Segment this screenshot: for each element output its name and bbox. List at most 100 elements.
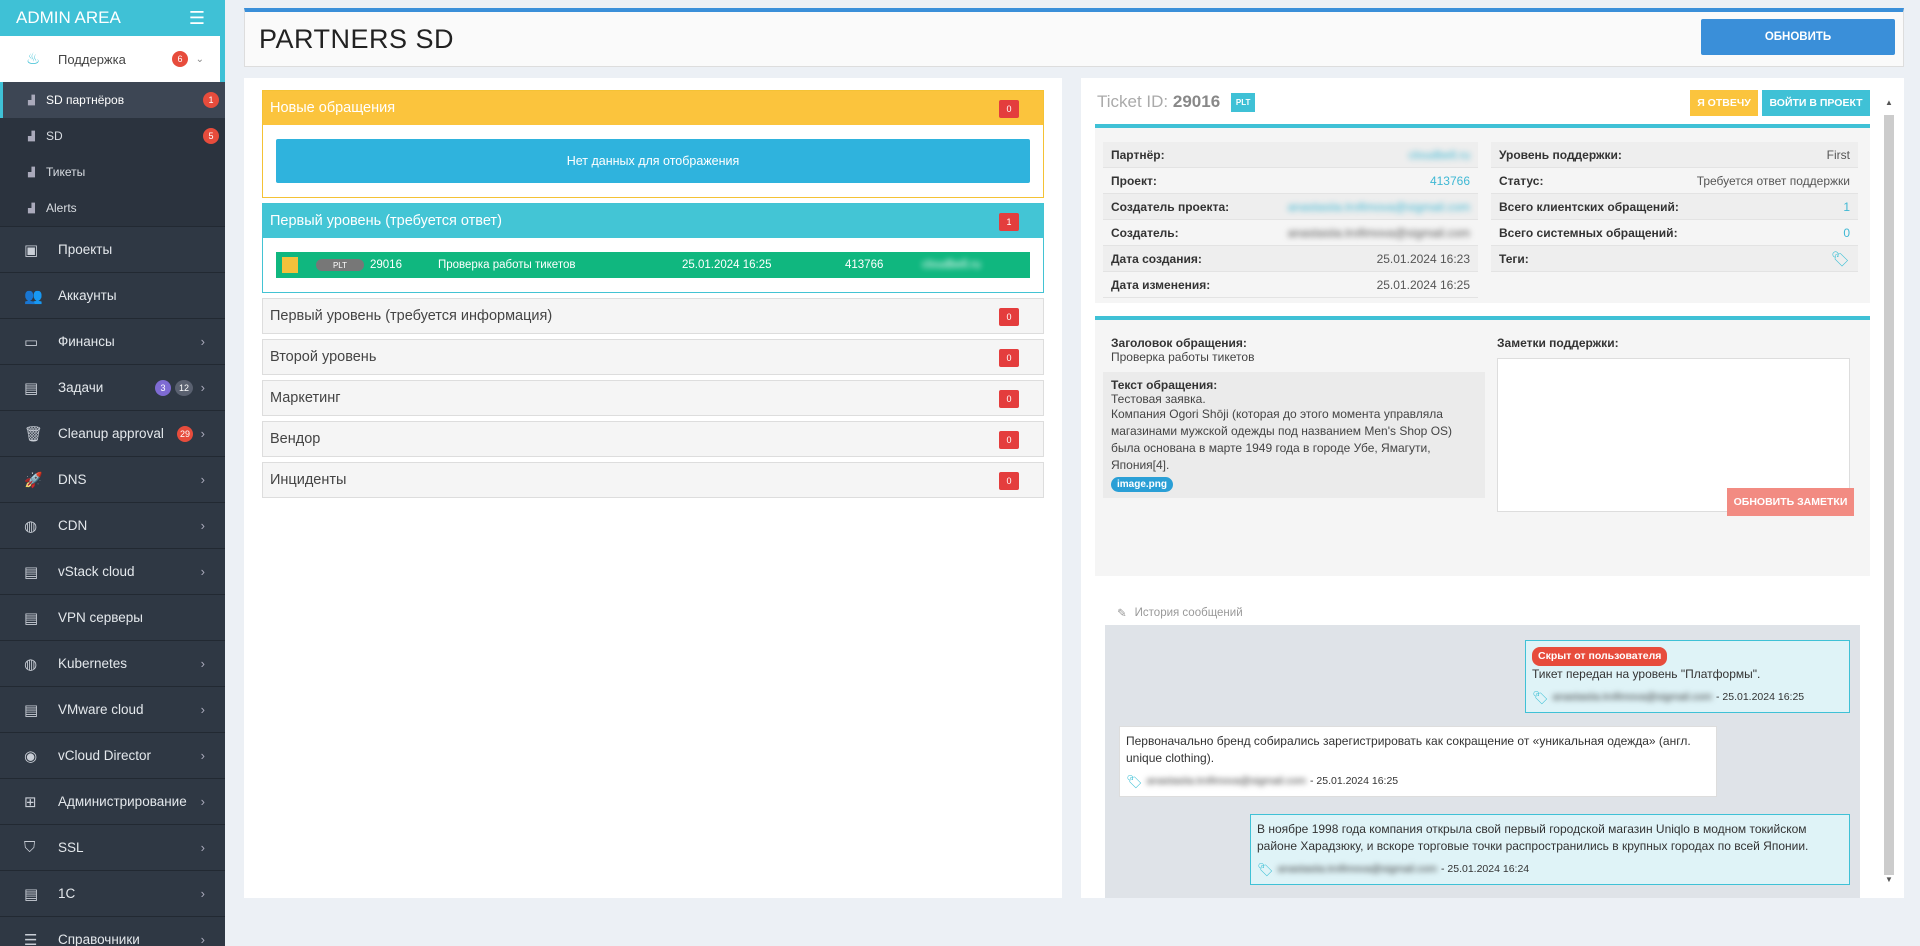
client-requests-link[interactable]: 1: [1843, 200, 1850, 214]
subitem-badge: 1: [203, 92, 219, 108]
group-marketing-header[interactable]: Маркетинг 0: [263, 381, 1043, 415]
sidebar-item-vcloud[interactable]: ◉ vCloud Director ›: [0, 732, 225, 778]
login-project-button[interactable]: ВОЙТИ В ПРОЕКТ: [1762, 90, 1870, 116]
sidebar-item-support[interactable]: ♨ Поддержка 6 ⌄: [0, 36, 225, 82]
sidebar-item-ssl[interactable]: ⛉ SSL ›: [0, 824, 225, 870]
message-time: - 25.01.2024 16:25: [1715, 691, 1805, 703]
sidebar-subitem-label: Тикеты: [46, 165, 86, 179]
request-text-block: Текст обращения: Тестовая заявка. Компан…: [1103, 372, 1485, 498]
sidebar-subitem-sd[interactable]: ▟ SD 5: [0, 118, 225, 154]
sidebar-item-label: SSL: [58, 840, 84, 855]
group-first-answer: Первый уровень (требуется ответ) 1 PLT 2…: [262, 203, 1044, 293]
info-key: Создатель проекта:: [1111, 199, 1230, 214]
shield-icon: ⛉: [24, 839, 36, 856]
ticket-content-box: Заголовок обращения: Проверка работы тик…: [1095, 316, 1870, 576]
info-key: Теги:: [1499, 251, 1529, 266]
ticket-heading: Ticket ID: 29016 PLT: [1097, 92, 1256, 113]
message-time: - 25.01.2024 16:25: [1309, 775, 1399, 787]
group-second-header[interactable]: Второй уровень 0: [263, 340, 1043, 374]
chevron-right-icon: ›: [200, 656, 205, 671]
scroll-up-icon[interactable]: ▲: [1884, 98, 1894, 107]
support-submenu: ▟ SD партнёров 1 ▟ SD 5 ▟ Тикеты ▟ Alert…: [0, 82, 225, 226]
brand-bar: ADMIN AREA ☰: [0, 0, 225, 36]
tag-icon: 🏷: [1532, 690, 1549, 705]
attachment-badge[interactable]: image.png: [1111, 477, 1174, 492]
message-author: anastasiia.trofimova@sigmail.com: [1277, 863, 1437, 875]
group-new-header[interactable]: Новые обращения 0: [263, 91, 1043, 125]
group-label: Вендор: [270, 431, 321, 447]
sidebar-subitem-sd-partners[interactable]: ▟ SD партнёров 1: [0, 82, 225, 118]
scrollbar-thumb[interactable]: [1884, 115, 1894, 875]
sidebar-item-vstack[interactable]: ▤ vStack cloud ›: [0, 548, 225, 594]
sidebar-item-label: 1C: [58, 886, 76, 901]
sidebar-item-vmware[interactable]: ▤ VMware cloud ›: [0, 686, 225, 732]
chevron-right-icon: ›: [200, 426, 205, 441]
scrollbar[interactable]: ▲ ▼: [1884, 98, 1894, 888]
sidebar-item-tasks[interactable]: ▤ Задачи 3 12 ›: [0, 364, 225, 410]
chevron-right-icon: ›: [200, 748, 205, 763]
sidebar-item-accounts[interactable]: 👥 Аккаунты: [0, 272, 225, 318]
group-count-badge: 0: [999, 472, 1019, 490]
scroll-down-icon[interactable]: ▼: [1884, 875, 1894, 884]
ticket-row[interactable]: PLT 29016 Проверка работы тикетов 25.01.…: [276, 252, 1030, 278]
sidebar-item-projects[interactable]: ▣ Проекты: [0, 226, 225, 272]
info-row-creator: Создатель: anastasiia.trofimova@sigmail.c…: [1103, 220, 1478, 246]
message-author: anastasiia.trofimova@sigmail.com: [1552, 691, 1712, 703]
sidebar-subitem-tickets[interactable]: ▟ Тикеты: [0, 154, 225, 190]
ticket-groups-panel: Новые обращения 0 Нет данных для отображ…: [244, 78, 1062, 898]
group-label: Маркетинг: [270, 390, 341, 406]
sidebar-item-kubernetes[interactable]: ◍ Kubernetes ›: [0, 640, 225, 686]
ticket-detail-panel: Ticket ID: 29016 PLT Я ОТВЕЧУ ВОЙТИ В ПР…: [1081, 78, 1904, 898]
sidebar-item-references[interactable]: ☰ Справочники ›: [0, 916, 225, 946]
sidebar-item-dns[interactable]: 🚀 DNS ›: [0, 456, 225, 502]
info-key: Дата создания:: [1111, 251, 1202, 266]
info-row-project-creator: Создатель проекта: anastasiia.trofimova@s…: [1103, 194, 1478, 220]
tags-icon[interactable]: 🏷: [1831, 250, 1850, 268]
support-badge: 6: [172, 51, 188, 67]
info-row-system-requests: Всего системных обращений: 0: [1491, 220, 1858, 246]
sidebar-item-1c[interactable]: ▤ 1C ›: [0, 870, 225, 916]
project-creator-link[interactable]: anastasiia.trofimova@sigmail.com: [1288, 200, 1470, 214]
info-key: Партнёр:: [1111, 147, 1165, 162]
message-history: ✎ История сообщений Скрыт от пользовател…: [1105, 600, 1860, 898]
project-link[interactable]: 413766: [1430, 174, 1470, 188]
refresh-button[interactable]: ОБНОВИТЬ: [1701, 19, 1895, 55]
update-notes-button[interactable]: ОБНОВИТЬ ЗАМЕТКИ: [1727, 488, 1854, 516]
info-row-client-requests: Всего клиентских обращений: 1: [1491, 194, 1858, 220]
info-row-status: Статус: Требуется ответ поддержки: [1491, 168, 1858, 194]
money-icon: ▭: [24, 333, 39, 351]
sidebar-item-cleanup[interactable]: 🗑 Cleanup approval 29 ›: [0, 410, 225, 456]
message-text: В ноябре 1998 года компания открыла свой…: [1257, 822, 1809, 853]
subject-text: Проверка работы тикетов: [1111, 350, 1255, 364]
creator-value: anastasiia.trofimova@sigmail.com: [1287, 225, 1470, 240]
hamburger-icon[interactable]: ☰: [189, 8, 205, 29]
sidebar-item-cdn[interactable]: ◍ CDN ›: [0, 502, 225, 548]
group-count-badge: 1: [999, 213, 1019, 231]
group-count-badge: 0: [999, 308, 1019, 326]
partner-link[interactable]: cloudbell.ru: [1409, 148, 1470, 162]
sidebar-item-finance[interactable]: ▭ Финансы ›: [0, 318, 225, 364]
chevron-right-icon: ›: [200, 334, 205, 349]
system-requests-link[interactable]: 0: [1843, 226, 1850, 240]
group-count-badge: 0: [999, 431, 1019, 449]
group-vendor-header[interactable]: Вендор 0: [263, 422, 1043, 456]
info-key: Уровень поддержки:: [1499, 147, 1622, 162]
info-row-level: Уровень поддержки: First: [1491, 142, 1858, 168]
cleanup-badges: 29: [177, 425, 193, 442]
group-incidents-header[interactable]: Инциденты 0: [263, 463, 1043, 497]
sidebar-subitem-alerts[interactable]: ▟ Alerts: [0, 190, 225, 226]
podcast-icon: ◉: [24, 747, 38, 765]
page-header: PARTNERS SD ОБНОВИТЬ: [244, 8, 1904, 67]
globe-icon: ◍: [24, 655, 38, 673]
chevron-right-icon: ›: [200, 702, 205, 717]
sidebar-item-vpn[interactable]: ▤ VPN серверы: [0, 594, 225, 640]
info-key: Создатель:: [1111, 225, 1179, 240]
sidebar-subitem-label: SD партнёров: [46, 93, 125, 107]
group-first-info-header[interactable]: Первый уровень (требуется информация) 0: [263, 299, 1043, 333]
ticket-project: 413766: [845, 259, 884, 271]
sidebar-item-label: Задачи: [58, 380, 104, 395]
group-first-answer-header[interactable]: Первый уровень (требуется ответ) 1: [263, 204, 1043, 238]
answer-button[interactable]: Я ОТВЕЧУ: [1690, 90, 1758, 116]
sidebar-item-admin[interactable]: ⊞ Администрирование ›: [0, 778, 225, 824]
history-header: ✎ История сообщений: [1105, 600, 1860, 625]
